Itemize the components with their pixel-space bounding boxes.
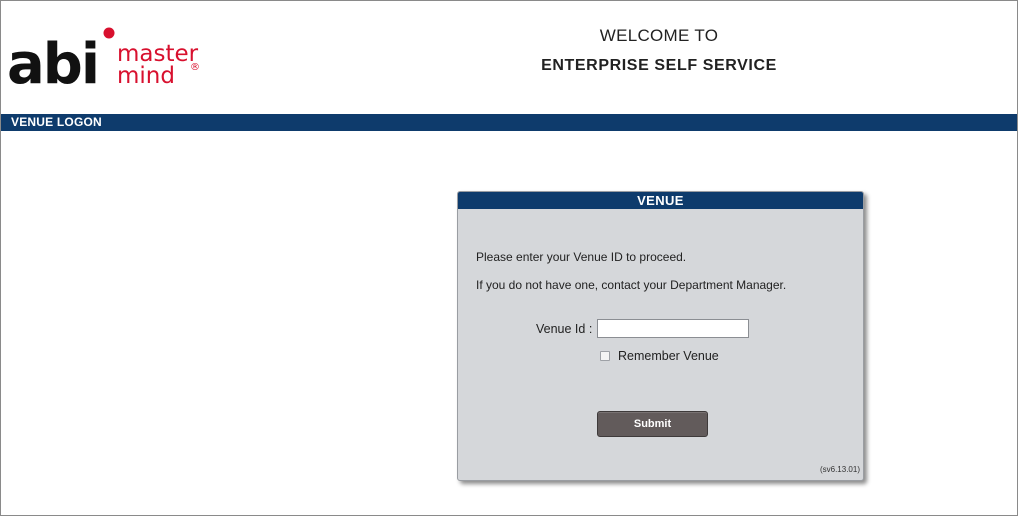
abi-mastermind-logo: abi master mind ® bbox=[7, 27, 200, 93]
logo-word: abi bbox=[7, 32, 98, 93]
section-bar: VENUE LOGON bbox=[1, 114, 1017, 131]
contact-text: If you do not have one, contact your Dep… bbox=[476, 278, 787, 292]
venue-panel-title: VENUE bbox=[458, 192, 863, 209]
logo-registered: ® bbox=[190, 62, 200, 73]
header: abi master mind ® WELCOME TO ENTERPRISE … bbox=[1, 1, 1017, 113]
venue-id-input[interactable] bbox=[597, 319, 749, 338]
welcome-line1: WELCOME TO bbox=[599, 26, 719, 45]
remember-venue[interactable]: Remember Venue bbox=[600, 349, 719, 363]
page: abi master mind ® WELCOME TO ENTERPRISE … bbox=[0, 0, 1018, 516]
instruction-text: Please enter your Venue ID to proceed. bbox=[476, 250, 687, 264]
venue-panel: VENUE Please enter your Venue ID to proc… bbox=[457, 191, 864, 481]
venue-id-label: Venue Id : bbox=[536, 322, 593, 336]
welcome-heading: WELCOME TO ENTERPRISE SELF SERVICE bbox=[421, 25, 897, 76]
logo-dot bbox=[103, 27, 115, 39]
logo-tagline-line2: mind bbox=[117, 63, 175, 89]
version-text: (sv6.13.01) bbox=[819, 465, 860, 474]
submit-button[interactable]: Submit bbox=[597, 411, 708, 437]
remember-venue-label[interactable]: Remember Venue bbox=[618, 349, 719, 363]
welcome-line2: ENTERPRISE SELF SERVICE bbox=[541, 57, 777, 74]
remember-venue-checkbox[interactable] bbox=[600, 351, 610, 361]
section-bar-label: VENUE LOGON bbox=[11, 115, 102, 129]
